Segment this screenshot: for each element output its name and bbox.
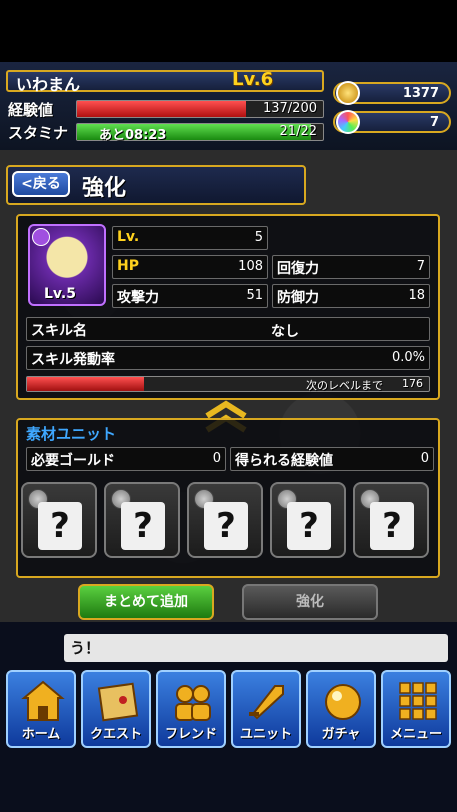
nav-label: ユニット [239,727,292,742]
next-level-fill [27,377,144,391]
dark-element-icon [32,228,50,246]
stat-attack-value: 51 [246,288,263,303]
slot-placeholder: ? [204,502,248,550]
nav-button[interactable]: メニュー [381,670,451,748]
stat-hp: HP 108 [112,255,268,279]
skill-name-value: なし [271,324,299,340]
nav-button[interactable]: ホーム [6,670,76,748]
player-level: Lv.6 [232,69,274,90]
required-gold-row: 必要ゴールド 0 [26,447,226,471]
gold-coin-icon [336,81,360,105]
stat-hp-label: HP [117,258,139,274]
nav-label: メニュー [389,727,442,742]
stat-attack: 攻撃力 51 [112,284,268,308]
portrait-level: Lv.5 [44,286,76,302]
required-gold-label: 必要ゴールド [31,453,115,469]
required-gold-value: 0 [212,451,221,466]
unit-sword-icon [249,685,284,720]
menu-grid-icon [399,682,437,720]
skill-rate-row: スキル発動率 0.0% [26,346,430,370]
bulk-add-button[interactable]: まとめて追加 [78,584,214,620]
home-icon [21,680,65,721]
material-slot[interactable]: ? [21,482,97,558]
material-slot[interactable]: ? [187,482,263,558]
stat-recovery: 回復力 7 [272,255,430,279]
stat-hp-value: 108 [238,259,263,274]
page-title: 強化 [82,176,127,201]
stat-recovery-value: 7 [416,259,425,274]
stamina-value: 21/22 [279,124,317,139]
gacha-orb-icon [325,684,361,720]
exp-label: 経験値 [8,101,54,119]
exp-bar-fill [77,101,246,117]
exp-bar: 137/200 [76,100,324,118]
next-level-value: 176 [402,377,423,390]
friends-icon [175,685,211,721]
stat-attack-label: 攻撃力 [117,290,159,306]
material-slot[interactable]: ? [104,482,180,558]
stamina-label: スタミナ [8,124,69,142]
stat-defense-value: 18 [408,288,425,303]
skill-rate-label: スキル発動率 [31,352,115,368]
nav-button[interactable]: クエスト [81,670,151,748]
gold-value: 1377 [402,86,439,101]
skill-rate-value: 0.0% [391,350,425,365]
material-slot[interactable]: ? [353,482,429,558]
material-title: 素材ユニット [26,425,117,443]
gem-value: 7 [429,115,439,130]
slot-placeholder: ? [370,502,414,550]
slot-placeholder: ? [38,502,82,550]
nav-button[interactable]: フレンド [156,670,226,748]
stamina-timer: あと08:23 [99,128,167,143]
stamina-bar: あと08:23 21/22 [76,123,324,143]
slot-placeholder: ? [121,502,165,550]
skill-name-row: スキル名 なし [26,317,430,341]
rainbow-gem-icon [336,110,360,134]
stat-recovery-label: 回復力 [277,261,319,277]
stat-defense: 防御力 18 [272,284,430,308]
enhance-button[interactable]: 強化 [242,584,378,620]
nav-label: ホーム [21,727,61,742]
nav-button[interactable]: ユニット [231,670,301,748]
quest-map-icon [97,682,139,722]
exp-value: 137/200 [262,101,317,116]
gained-exp-row: 得られる経験値 0 [230,447,434,471]
stat-lv-value: 5 [254,230,263,245]
nav-label: クエスト [89,727,142,742]
nav-label: フレンド [164,727,217,742]
stat-lv: Lv. 5 [112,226,268,250]
next-level-label: 次のレベルまで [306,379,383,392]
unit-portrait[interactable]: Lv.5 [28,224,106,306]
gained-exp-label: 得られる経験値 [235,453,333,469]
next-level-bar: 次のレベルまで 176 [26,376,430,392]
player-name: いわまん [16,75,81,94]
stat-defense-label: 防御力 [277,290,319,306]
nav-label: ガチャ [321,727,361,742]
stat-lv-label: Lv. [117,229,140,245]
message-ticker: う！ [64,634,448,662]
back-button[interactable]: <戻る [12,171,70,197]
gained-exp-value: 0 [420,451,429,466]
slot-placeholder: ? [287,502,331,550]
nav-button[interactable]: ガチャ [306,670,376,748]
material-slot[interactable]: ? [270,482,346,558]
skill-name-label: スキル名 [31,323,87,339]
